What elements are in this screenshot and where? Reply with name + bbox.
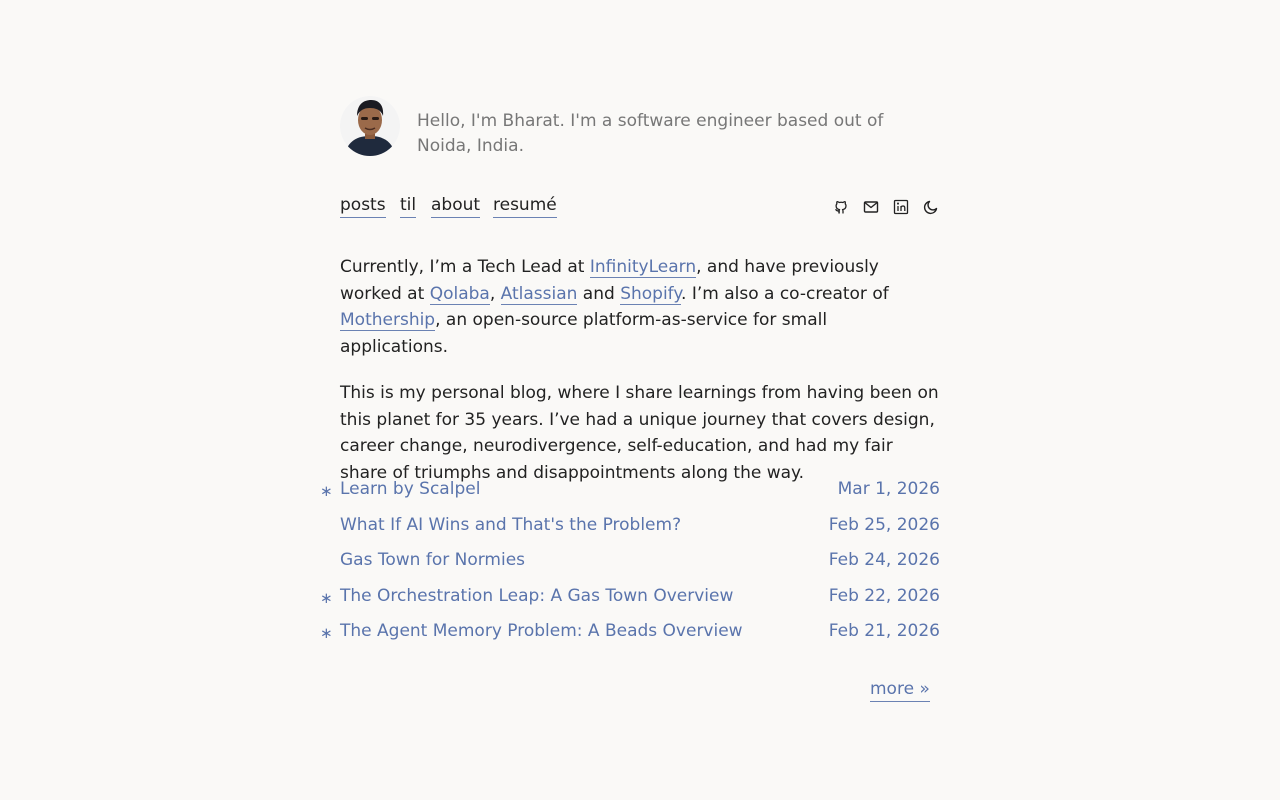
intro-text: Hello, I'm Bharat. I'm a software engine… [417,111,884,156]
post-date: Mar 1, 2026 [837,479,940,499]
mothership-link[interactable]: Mothership [340,310,436,331]
more-posts-link[interactable]: more » [870,677,930,702]
post-title-link[interactable]: Gas Town for Normies [340,550,525,570]
post-title-link[interactable]: What If AI Wins and That's the Problem? [340,515,681,535]
qolaba-link[interactable]: Qolaba [429,283,490,305]
avatar [340,96,400,156]
post-date: Feb 25, 2026 [828,514,940,535]
post-title-link[interactable]: The Orchestration Leap: A Gas Town Overv… [340,586,733,606]
bio-text: , [489,283,501,304]
shopify-link[interactable]: Shopify [620,283,682,305]
nav-about[interactable]: about [431,194,481,218]
post-title-link[interactable]: Learn by Scalpel [340,479,480,499]
post-row: ∗ Learn by Scalpel Mar 1, 2026 [320,479,940,515]
bio-text: Currently, I’m a Tech Lead at [340,257,590,277]
mail-icon[interactable] [863,199,879,215]
moon-icon[interactable] [923,199,939,215]
github-icon[interactable] [833,199,849,215]
post-date: Feb 24, 2026 [828,550,940,570]
infinitylearn-link[interactable]: InfinityLearn [589,257,697,278]
post-date: Feb 22, 2026 [828,585,940,606]
bio-section: Currently, I’m a Tech Lead at InfinityLe… [340,254,940,486]
nav-til[interactable]: til [400,194,417,218]
bio-text: . I’m also a co-creator of [681,283,889,304]
featured-star-icon: ∗ [320,588,333,607]
post-row: ∗ The Agent Memory Problem: A Beads Over… [320,621,940,657]
nav-posts[interactable]: posts [340,194,386,218]
post-date: Feb 21, 2026 [828,621,940,641]
linkedin-icon[interactable] [893,199,909,215]
bio-paragraph-2: This is my personal blog, where I share … [340,383,939,483]
main-nav: posts til about resumé [340,194,940,220]
nav-resume[interactable]: resumé [493,194,557,218]
bio-text: and [577,283,621,304]
header: Hello, I'm Bharat. I'm a software engine… [340,96,940,158]
post-row: What If AI Wins and That's the Problem? … [340,515,940,551]
post-title-link[interactable]: The Agent Memory Problem: A Beads Overvi… [340,621,743,641]
post-row: ∗ The Orchestration Leap: A Gas Town Ove… [320,585,940,622]
post-row: Gas Town for Normies Feb 24, 2026 [340,550,940,586]
featured-star-icon: ∗ [320,482,333,500]
post-list: ∗ Learn by Scalpel Mar 1, 2026 What If A… [320,479,940,657]
featured-star-icon: ∗ [320,624,333,642]
bio-paragraph-1: Currently, I’m a Tech Lead at InfinityLe… [340,254,940,360]
page-container: Hello, I'm Bharat. I'm a software engine… [320,96,940,702]
atlassian-link[interactable]: Atlassian [500,283,578,305]
